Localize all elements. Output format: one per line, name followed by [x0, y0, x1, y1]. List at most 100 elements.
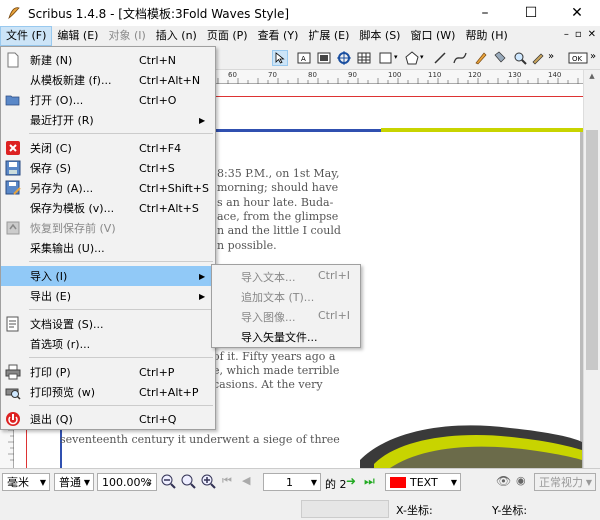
import-text-item[interactable]: 导入文本... Ctrl+I — [212, 266, 360, 286]
revert-icon — [5, 220, 21, 236]
chevron-down-icon[interactable]: ▾ — [420, 53, 428, 69]
file-menu-export[interactable]: 导出 (E) ▶ — [1, 286, 215, 306]
import-vector-file-item[interactable]: 导入矢量文件... — [212, 326, 360, 346]
vertical-scrollbar[interactable]: ▲ — [583, 70, 600, 468]
scroll-up-arrow-icon[interactable]: ▲ — [584, 70, 600, 80]
append-text-item[interactable]: 追加文本 (T)... — [212, 286, 360, 306]
file-menu-open[interactable]: 打开 (O)... Ctrl+O — [1, 90, 215, 110]
file-menu-dropdown: 新建 (N) Ctrl+N 从模板新建 (f)... Ctrl+Alt+N 打开… — [0, 46, 216, 430]
x-coordinate-label: X-坐标: — [396, 504, 433, 517]
menu-file[interactable]: 文件 (F) — [0, 26, 53, 46]
submenu-arrow-icon: ▶ — [199, 271, 206, 281]
file-menu-preferences[interactable]: 首选项 (r)... — [1, 334, 215, 354]
first-page-icon[interactable]: ⏮ — [222, 474, 232, 488]
polygon-icon[interactable] — [404, 50, 420, 66]
mdi-restore-button[interactable]: ▫ — [575, 29, 582, 40]
file-menu-new-from-template[interactable]: 从模板新建 (f)... Ctrl+Alt+N — [1, 70, 215, 90]
mdi-minimize-button[interactable]: – — [564, 29, 569, 40]
view-toggle-icon[interactable]: ◉ — [516, 474, 526, 487]
print-icon — [5, 364, 21, 380]
quit-icon — [5, 411, 21, 427]
prev-page-icon[interactable]: ◀ — [242, 474, 250, 487]
toolbar-overflow-icon[interactable]: » — [590, 51, 598, 67]
file-menu-recent[interactable]: 最近打开 (R) ▶ — [1, 110, 215, 130]
next-page-icon[interactable]: ➜ — [346, 474, 356, 488]
import-submenu: 导入文本... Ctrl+I 追加文本 (T)... 导入图像... Ctrl+… — [211, 264, 361, 348]
freehand-pen-icon[interactable] — [472, 50, 488, 66]
zoom-tool-icon[interactable] — [512, 50, 528, 66]
rotate-tool-icon[interactable] — [492, 50, 508, 66]
chevron-down-icon: ▼ — [83, 477, 90, 487]
image-frame-icon[interactable] — [316, 50, 332, 66]
table-icon[interactable] — [356, 50, 372, 66]
document-text-line: casions. At the very — [213, 378, 323, 391]
menu-script[interactable]: 脚本 (S) — [354, 26, 405, 46]
page-number-select[interactable]: 1 ▼ — [263, 473, 321, 491]
zoom-in-icon[interactable] — [200, 473, 216, 492]
chevron-down-icon: ▼ — [310, 477, 317, 487]
svg-text:60: 60 — [228, 71, 237, 79]
submenu-arrow-icon: ▶ — [199, 115, 206, 125]
render-frame-icon[interactable] — [336, 50, 352, 66]
menu-help[interactable]: 帮助 (H) — [460, 26, 512, 46]
file-menu-close[interactable]: 关闭 (C) Ctrl+F4 — [1, 138, 215, 158]
svg-text:70: 70 — [268, 71, 277, 79]
text-frame-icon[interactable]: A — [296, 50, 312, 66]
menu-separator — [29, 133, 213, 134]
svg-text:120: 120 — [468, 71, 481, 79]
edit-contents-icon[interactable] — [530, 50, 546, 66]
close-window-button[interactable]: ✕ — [554, 0, 600, 26]
toolbar-overflow-icon[interactable]: » — [548, 51, 558, 67]
close-doc-icon — [5, 140, 21, 156]
file-menu-save[interactable]: 保存 (S) Ctrl+S — [1, 158, 215, 178]
file-menu-document-setup[interactable]: 文档设置 (S)... — [1, 314, 215, 334]
menu-edit[interactable]: 编辑 (E) — [52, 26, 103, 46]
submenu-arrow-icon: ▶ — [199, 291, 206, 301]
mdi-close-button[interactable]: ✕ — [588, 29, 596, 40]
page-count-label: 的 2 — [325, 478, 347, 491]
minimize-button[interactable]: – — [462, 0, 508, 26]
select-tool-icon[interactable] — [272, 50, 288, 66]
file-menu-collect-for-output[interactable]: 采集输出 (U)... — [1, 238, 215, 258]
layer-select[interactable]: TEXT ▼ — [385, 473, 461, 491]
zoom-out-icon[interactable] — [160, 473, 176, 492]
zoom-input[interactable]: 100.00% ⇕ — [97, 473, 157, 491]
line-tool-icon[interactable] — [432, 50, 448, 66]
window-title: Scribus 1.4.8 - [文档模板:3Fold Waves Style] — [28, 6, 290, 21]
shape-icon[interactable] — [378, 50, 394, 66]
menu-windows[interactable]: 窗口 (W) — [405, 26, 460, 46]
svg-text:130: 130 — [508, 71, 521, 79]
menu-page[interactable]: 页面 (P) — [202, 26, 253, 46]
layer-color-swatch — [390, 476, 406, 488]
file-menu-save-as[interactable]: 另存为 (A)... Ctrl+Shift+S — [1, 178, 215, 198]
zoom-100-icon[interactable] — [180, 473, 196, 492]
bezier-tool-icon[interactable] — [452, 50, 468, 66]
scrollbar-thumb[interactable] — [586, 130, 598, 370]
menu-insert[interactable]: 插入 (n) — [151, 26, 202, 46]
preview-mode-select[interactable]: 普通 ▼ — [54, 473, 94, 491]
document-text-line: 8:35 P.M., on 1st May, — [217, 167, 340, 180]
file-menu-print[interactable]: 打印 (P) Ctrl+P — [1, 362, 215, 382]
ok-button-icon[interactable]: OK — [568, 50, 588, 66]
file-menu-print-preview[interactable]: 打印预览 (w) Ctrl+Alt+P — [1, 382, 215, 402]
unit-select[interactable]: 毫米 ▼ — [2, 473, 50, 491]
menu-extras[interactable]: 扩展 (E) — [303, 26, 354, 46]
file-menu-new[interactable]: 新建 (N) Ctrl+N — [1, 50, 215, 70]
file-menu-quit[interactable]: 退出 (Q) Ctrl+Q — [1, 409, 215, 429]
file-menu-revert[interactable]: 恢复到保存前 (V) — [1, 218, 215, 238]
maximize-button[interactable]: ☐ — [508, 0, 554, 26]
menu-separator — [29, 261, 213, 262]
menu-item[interactable]: 对象 (I) — [103, 26, 150, 46]
import-image-item[interactable]: 导入图像... Ctrl+I — [212, 306, 360, 326]
file-menu-save-as-template[interactable]: 保存为模板 (v)... Ctrl+Alt+S — [1, 198, 215, 218]
file-menu-import[interactable]: 导入 (I) ▶ — [1, 266, 215, 286]
menu-view[interactable]: 查看 (Y) — [253, 26, 304, 46]
last-page-icon[interactable]: ⏭ — [364, 474, 375, 489]
svg-text:100: 100 — [388, 71, 401, 79]
chevron-down-icon[interactable]: ▾ — [394, 53, 402, 69]
yellow-rule — [381, 128, 583, 132]
title-bar: Scribus 1.4.8 - [文档模板:3Fold Waves Style]… — [0, 0, 600, 26]
scribus-app-icon — [6, 5, 22, 21]
svg-text:140: 140 — [548, 71, 561, 79]
view-mode-select[interactable]: 正常视力 ▼ — [534, 473, 596, 491]
